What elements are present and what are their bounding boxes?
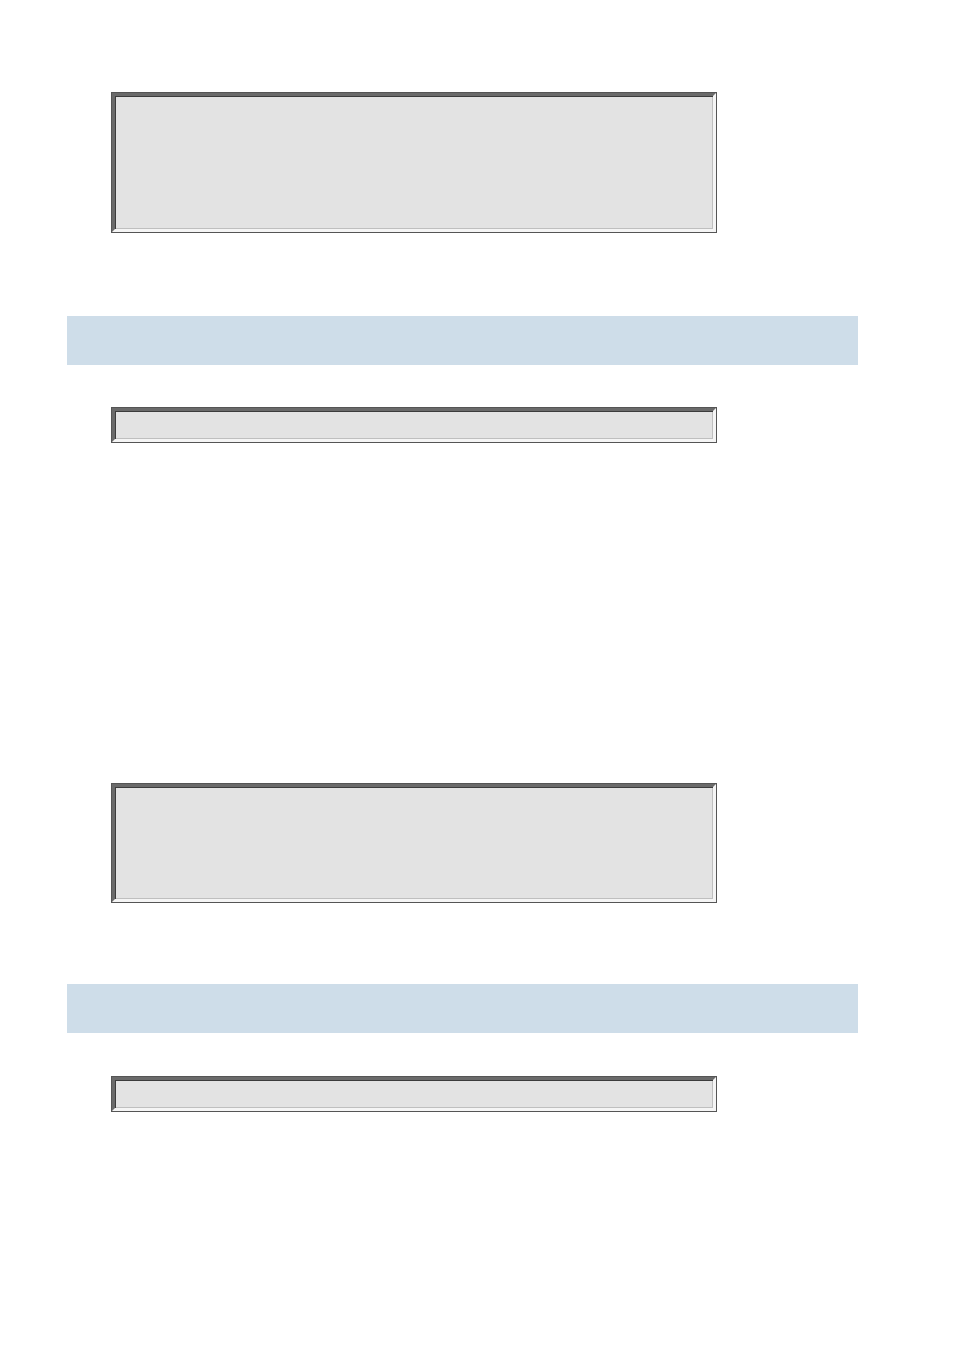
inset-panel-2 bbox=[112, 408, 716, 442]
inset-panel-1 bbox=[112, 93, 716, 232]
highlight-bar-2 bbox=[67, 984, 858, 1033]
inset-panel-3 bbox=[112, 784, 716, 902]
highlight-bar-1 bbox=[67, 316, 858, 365]
page bbox=[0, 0, 954, 1350]
inset-panel-4 bbox=[112, 1077, 716, 1111]
